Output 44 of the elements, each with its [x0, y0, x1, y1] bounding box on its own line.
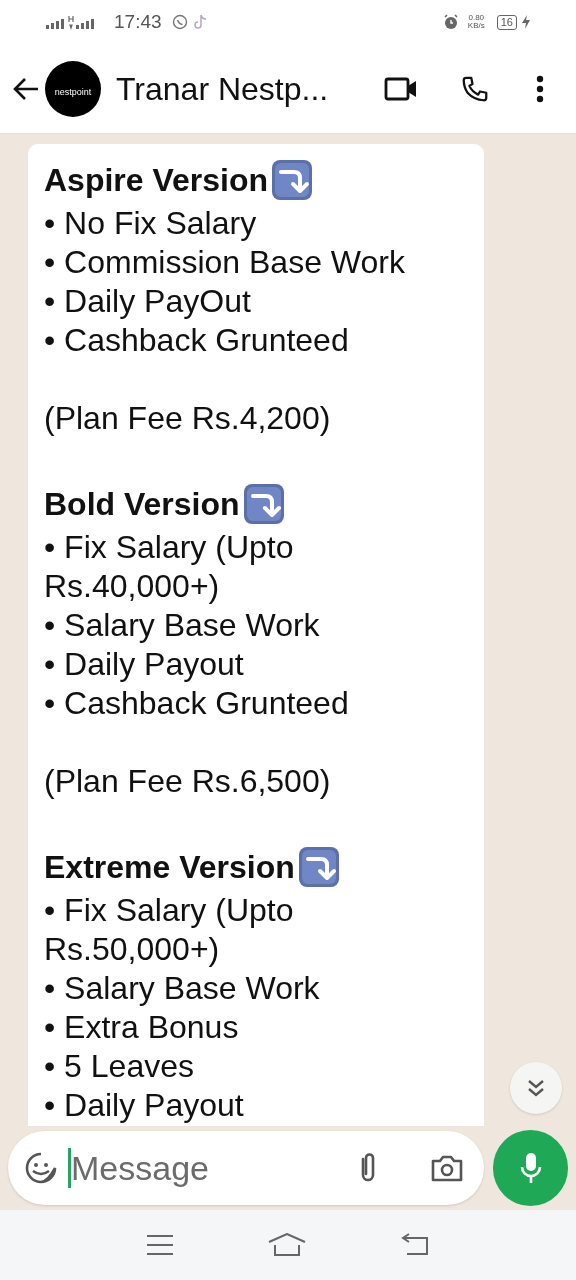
plan-feature: • Fix Salary (Upto Rs.50,000+): [44, 891, 295, 969]
plan-feature: • Daily Payout: [44, 645, 245, 684]
plan-feature: • No Fix Salary: [44, 204, 258, 243]
home-icon[interactable]: [267, 1233, 307, 1257]
plan-feature: • Extra Bonus: [44, 1008, 240, 1047]
back-icon[interactable]: [399, 1233, 430, 1257]
plan-fee: (Plan Fee Rs.6,500): [44, 762, 332, 801]
plan-heading: Bold Version: [44, 484, 240, 524]
sticker-icon[interactable]: [24, 1151, 58, 1185]
double-chevron-down-icon: [526, 1078, 546, 1098]
microphone-icon: [518, 1151, 543, 1185]
plan-feature: • Cashback Grunteed: [44, 684, 350, 723]
video-call-icon[interactable]: [384, 76, 418, 101]
charging-icon: [522, 15, 530, 29]
arrow-down-right-icon: [296, 845, 341, 889]
scroll-down-button[interactable]: [510, 1062, 562, 1114]
alarm-icon: [442, 14, 459, 30]
chat-title[interactable]: Tranar Nestp...: [116, 64, 329, 113]
plan-feature: • Daily PayOut: [44, 282, 252, 321]
more-options-icon[interactable]: [536, 74, 544, 103]
status-time: 17:43: [114, 9, 162, 34]
plan-feature: • Salary Base Work: [44, 606, 321, 645]
arrow-down-right-icon: [270, 158, 315, 202]
message-input[interactable]: Message: [8, 1131, 484, 1205]
contact-avatar[interactable]: nestpoint: [45, 60, 101, 117]
plan-fee: (Plan Fee Rs.4,200): [44, 399, 332, 438]
plan-feature: • Cashback Grunteed: [44, 321, 350, 360]
camera-icon[interactable]: [430, 1153, 464, 1183]
net-speed: 0.80: [468, 14, 485, 22]
plan-feature: • Commission Base Work: [44, 243, 406, 282]
menu-icon[interactable]: [146, 1234, 175, 1256]
back-arrow-icon[interactable]: [12, 76, 40, 101]
message-field[interactable]: Message: [71, 1142, 356, 1194]
music-note-icon: [193, 14, 208, 30]
battery-icon: 16: [496, 14, 517, 30]
plan-feature: • Salary Base Work: [44, 969, 321, 1008]
plan-heading: Aspire Version: [44, 160, 269, 200]
plan-heading: Extreme Version: [44, 847, 295, 887]
avatar-logo-text: nestpoint: [54, 88, 92, 97]
plan-feature: • 5 Leaves: [44, 1047, 195, 1086]
plan-feature: • Fix Salary (Upto Rs.40,000+): [44, 528, 295, 606]
arrow-down-right-icon: [241, 482, 286, 526]
net-unit: KB/s: [467, 22, 485, 30]
plan-feature: • Daily Payout: [44, 1086, 245, 1125]
